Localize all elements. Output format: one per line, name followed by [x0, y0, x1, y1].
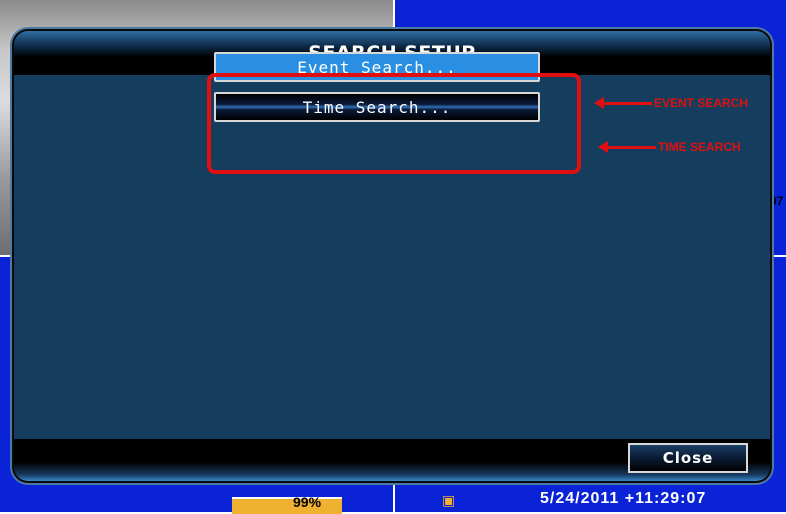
arrow-left-icon — [594, 97, 652, 109]
annotation-label-event: EVENT SEARCH — [654, 96, 749, 110]
hdd-usage-bar — [232, 497, 342, 514]
annotation-highlight-box — [207, 73, 581, 174]
annotation-label-time: TIME SEARCH — [658, 140, 741, 154]
hdd-usage-percent: 99% — [293, 494, 322, 510]
camera-icon: ▣ — [442, 493, 456, 509]
annotation-event-search: EVENT SEARCH — [594, 96, 748, 110]
arrow-left-icon — [598, 141, 656, 153]
camera-overlay-text: 07 — [770, 194, 784, 208]
status-datetime: 5/24/2011 +11:29:07 — [540, 490, 707, 507]
close-button[interactable]: Close — [628, 443, 748, 473]
annotation-time-search: TIME SEARCH — [598, 140, 741, 154]
